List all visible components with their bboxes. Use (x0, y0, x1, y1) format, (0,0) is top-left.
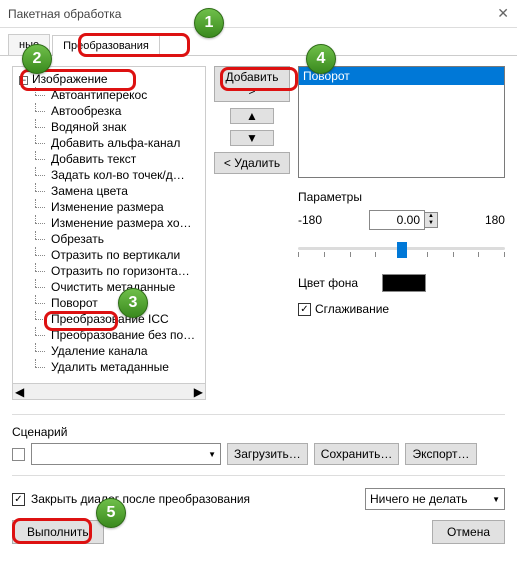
angle-row: -180 ▲▼ 180 (298, 210, 505, 230)
chevron-down-icon: ▼ (208, 450, 216, 459)
smoothing-label: Сглаживание (315, 302, 389, 316)
smoothing-row: ✓ Сглаживание (298, 302, 505, 316)
tree-item[interactable]: Замена цвета (13, 183, 205, 199)
scenario-combo[interactable]: ▼ (31, 443, 221, 465)
export-button[interactable]: Экспорт… (405, 443, 476, 465)
move-down-button[interactable]: ▼ (230, 130, 274, 146)
close-after-checkbox[interactable]: ✓ (12, 493, 25, 506)
tree-item[interactable]: Задать кол-во точек/д… (13, 167, 205, 183)
tab-strip: ные Преобразования (0, 28, 517, 56)
smoothing-checkbox[interactable]: ✓ (298, 303, 311, 316)
selected-list[interactable]: Поворот (298, 66, 505, 178)
bgcolor-label: Цвет фона (298, 276, 358, 290)
angle-slider[interactable] (298, 240, 505, 264)
tree-item[interactable]: Изменение размера (13, 199, 205, 215)
spin-down-icon[interactable]: ▼ (425, 220, 437, 227)
tree-item[interactable]: Преобразование ICC (13, 311, 205, 327)
move-up-button[interactable]: ▲ (230, 108, 274, 124)
callout-badge: 5 (96, 498, 126, 528)
angle-max: 180 (485, 213, 505, 227)
content-area: −Изображение Автоантиперекос Автообрезка… (0, 56, 517, 410)
tree-item[interactable]: Автоантиперекос (13, 87, 205, 103)
scenario-panel: Сценарий ▼ Загрузить… Сохранить… Экспорт… (0, 419, 517, 471)
spin-up-icon[interactable]: ▲ (425, 213, 437, 220)
tree-item[interactable]: Добавить альфа-канал (13, 135, 205, 151)
close-icon[interactable]: ✕ (497, 5, 509, 22)
titlebar: Пакетная обработка ✕ (0, 0, 517, 28)
tree-item[interactable]: Отразить по вертикали (13, 247, 205, 263)
cancel-button[interactable]: Отмена (432, 520, 505, 544)
bottom-panel: ✓ Закрыть диалог после преобразования Ни… (0, 480, 517, 552)
run-button[interactable]: Выполнить (12, 520, 104, 544)
tree-item-rotate[interactable]: Поворот (13, 295, 205, 311)
angle-spinner[interactable]: ▲▼ (369, 210, 438, 230)
tree-item[interactable]: Водяной знак (13, 119, 205, 135)
window-title: Пакетная обработка (8, 7, 497, 21)
bgcolor-swatch[interactable] (382, 274, 426, 292)
tree-item[interactable]: Изменение размера хо… (13, 215, 205, 231)
add-button[interactable]: Добавить > (214, 66, 290, 102)
angle-input[interactable] (369, 210, 425, 230)
tree-panel: −Изображение Автоантиперекос Автообрезка… (12, 66, 206, 400)
angle-min: -180 (298, 213, 322, 227)
horizontal-scrollbar[interactable]: ◀▶ (13, 383, 205, 399)
callout-badge: 3 (118, 288, 148, 318)
close-after-label: Закрыть диалог после преобразования (31, 492, 250, 506)
tree-item[interactable]: Очистить метаданные (13, 279, 205, 295)
tree-item[interactable]: Отразить по горизонта… (13, 263, 205, 279)
scenario-title: Сценарий (12, 425, 505, 439)
tree-item[interactable]: Добавить текст (13, 151, 205, 167)
tree-item[interactable]: Удаление канала (13, 343, 205, 359)
callout-badge: 2 (22, 44, 52, 74)
bgcolor-row: Цвет фона (298, 274, 505, 292)
scenario-checkbox[interactable] (12, 448, 25, 461)
tree-item[interactable]: Удалить метаданные (13, 359, 205, 375)
tree-root-image[interactable]: −Изображение (13, 71, 205, 87)
tree-item[interactable]: Автообрезка (13, 103, 205, 119)
tab-transforms[interactable]: Преобразования (52, 35, 160, 56)
after-action-combo[interactable]: Ничего не делать▼ (365, 488, 505, 510)
callout-badge: 1 (194, 8, 224, 38)
tree-item[interactable]: Преобразование без по… (13, 327, 205, 343)
right-column: Поворот Параметры -180 ▲▼ 180 Цвет фона (298, 66, 505, 400)
save-button[interactable]: Сохранить… (314, 443, 400, 465)
middle-column: Добавить > ▲ ▼ < Удалить (214, 66, 290, 400)
callout-badge: 4 (306, 44, 336, 74)
params-title: Параметры (298, 190, 505, 204)
slider-thumb[interactable] (397, 242, 407, 258)
tree-item[interactable]: Обрезать (13, 231, 205, 247)
chevron-down-icon: ▼ (492, 495, 500, 504)
remove-button[interactable]: < Удалить (214, 152, 290, 174)
load-button[interactable]: Загрузить… (227, 443, 308, 465)
params-panel: Параметры -180 ▲▼ 180 Цвет фона ✓ Сг (298, 190, 505, 316)
